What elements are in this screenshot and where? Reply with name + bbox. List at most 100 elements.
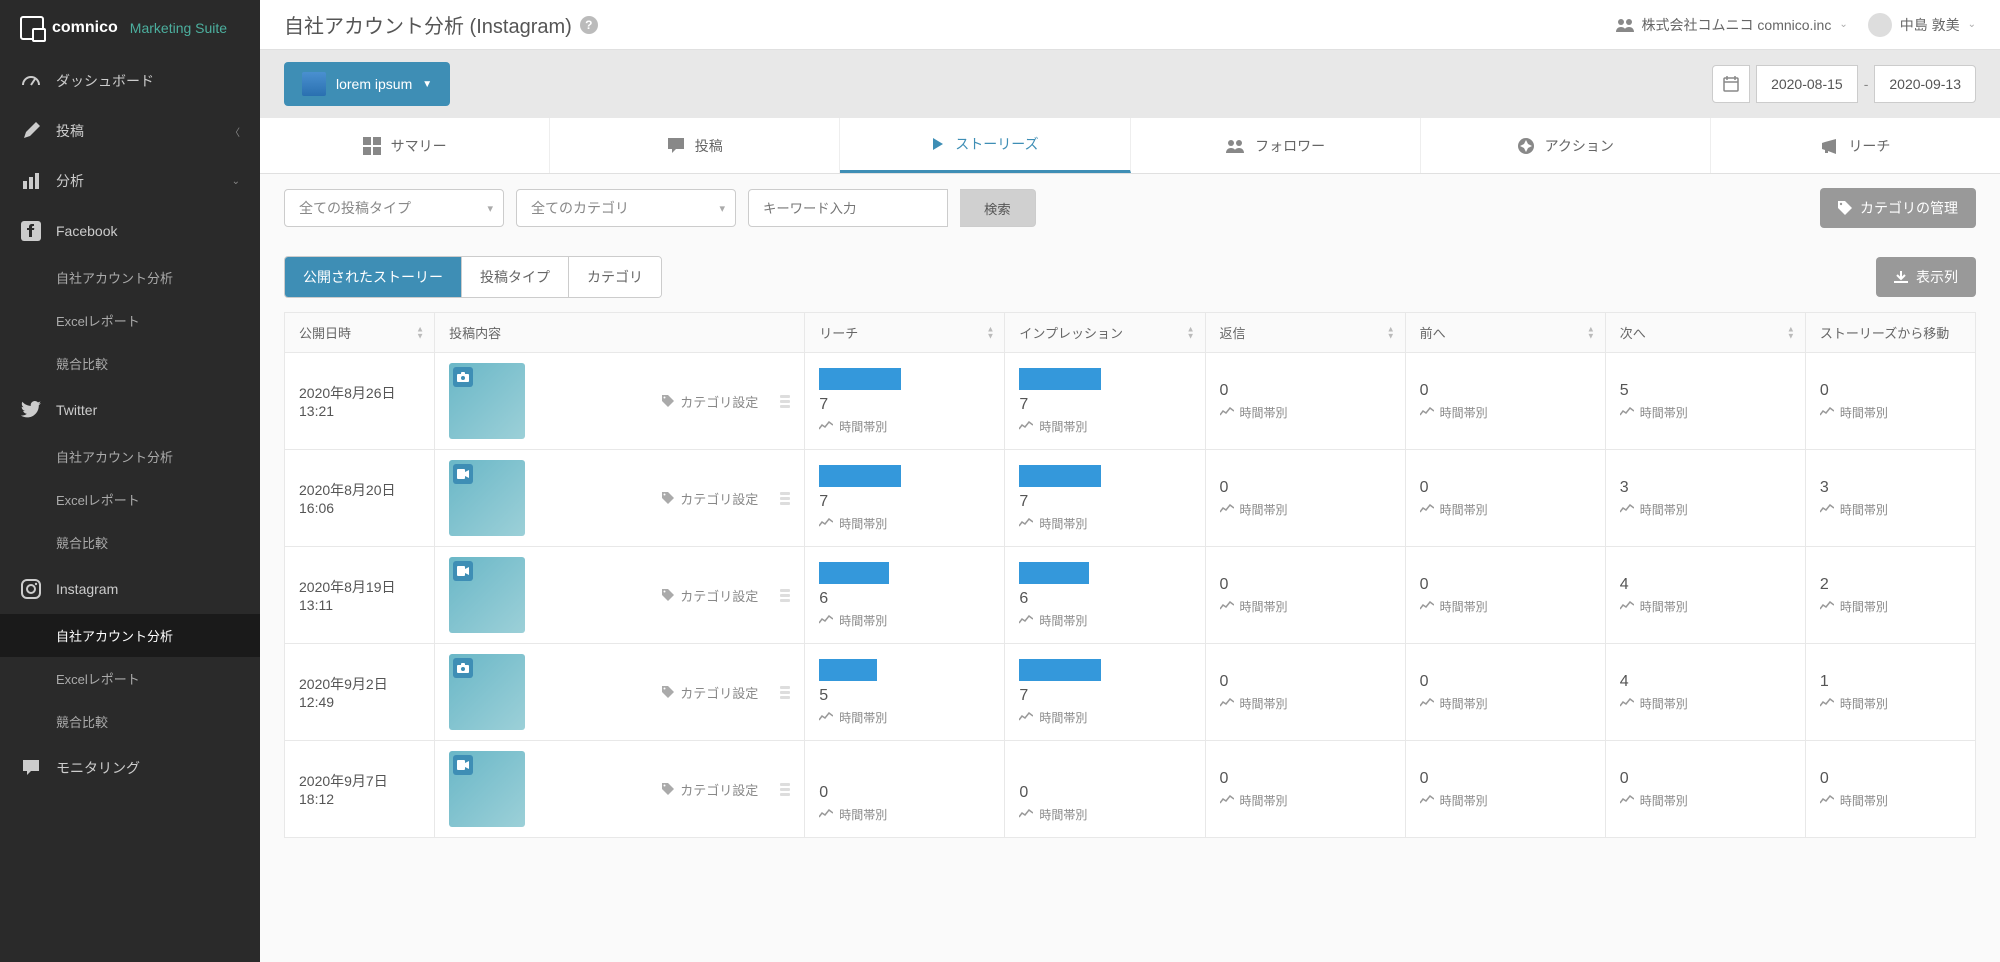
nav-ig-excel[interactable]: Excelレポート [0,657,260,700]
nav-facebook[interactable]: Facebook [0,206,260,256]
logo[interactable]: comnico Marketing Suite [0,0,260,56]
time-link[interactable]: 時間帯別 [1820,501,1961,518]
nav-twitter-label: Twitter [56,402,97,418]
nav-tw-excel[interactable]: Excelレポート [0,478,260,521]
time-link[interactable]: 時間帯別 [1019,612,1190,629]
tab-followers[interactable]: フォロワー [1131,118,1421,173]
th-date[interactable]: 公開日時▲▼ [285,313,435,353]
time-link[interactable]: 時間帯別 [819,612,990,629]
stories-table: 公開日時▲▼ 投稿内容 リーチ▲▼ インプレッション▲▼ 返信▲▼ 前へ▲▼ 次… [284,312,1976,838]
nav-monitoring[interactable]: モニタリング [0,743,260,793]
org-selector[interactable]: 株式会社コムニコ comnico.inc ⌄ [1616,15,1848,35]
drag-handle[interactable] [780,589,790,602]
account-dropdown[interactable]: lorem ipsum ▼ [284,62,450,106]
columns-button[interactable]: 表示列 [1876,257,1976,297]
time-link[interactable]: 時間帯別 [819,418,990,435]
th-next[interactable]: 次へ▲▼ [1605,313,1805,353]
time-link[interactable]: 時間帯別 [1220,598,1391,615]
nav-ig-compare[interactable]: 競合比較 [0,700,260,743]
manage-category-button[interactable]: カテゴリの管理 [1820,188,1976,228]
metric-value: 3 [1620,479,1791,497]
chip-post-type[interactable]: 投稿タイプ [462,257,569,297]
search-button[interactable]: 検索 [960,189,1036,227]
time-link[interactable]: 時間帯別 [1820,792,1961,809]
filter-post-type[interactable]: 全ての投稿タイプ [284,189,504,227]
tab-reach-label: リーチ [1848,136,1890,156]
story-thumb[interactable] [449,460,525,536]
time-link[interactable]: 時間帯別 [819,806,990,823]
th-reach[interactable]: リーチ▲▼ [805,313,1005,353]
tab-summary[interactable]: サマリー [260,118,550,173]
nav-twitter[interactable]: Twitter [0,385,260,435]
time-link[interactable]: 時間帯別 [819,709,990,726]
chip-category[interactable]: カテゴリ [569,257,661,297]
th-replies[interactable]: 返信▲▼ [1205,313,1405,353]
nav-tw-own[interactable]: 自社アカウント分析 [0,435,260,478]
nav-tw-compare[interactable]: 競合比較 [0,521,260,564]
cell-reach: 5 時間帯別 [805,644,1005,741]
time-link[interactable]: 時間帯別 [1420,792,1591,809]
time-link[interactable]: 時間帯別 [1019,418,1190,435]
time-link[interactable]: 時間帯別 [1620,598,1791,615]
time-link[interactable]: 時間帯別 [1820,695,1961,712]
avatar [1868,13,1892,37]
nav-fb-own[interactable]: 自社アカウント分析 [0,256,260,299]
time-link[interactable]: 時間帯別 [1820,598,1961,615]
metric-value: 4 [1620,576,1791,594]
time-link[interactable]: 時間帯別 [1620,695,1791,712]
nav-fb-excel[interactable]: Excelレポート [0,299,260,342]
th-back[interactable]: 前へ▲▼ [1405,313,1605,353]
story-thumb[interactable] [449,654,525,730]
user-selector[interactable]: 中島 敦美 ⌄ [1868,13,1976,37]
search-input[interactable] [748,189,948,227]
time-link[interactable]: 時間帯別 [1420,695,1591,712]
tab-actions[interactable]: アクション [1421,118,1711,173]
time-link[interactable]: 時間帯別 [819,515,990,532]
time-link[interactable]: 時間帯別 [1019,709,1190,726]
nav-analysis[interactable]: 分析 ⌄ [0,156,260,206]
tab-reach[interactable]: リーチ [1711,118,2000,173]
time-link[interactable]: 時間帯別 [1220,695,1391,712]
date-start[interactable]: 2020-08-15 [1756,65,1858,103]
time-link[interactable]: 時間帯別 [1220,404,1391,421]
drag-handle[interactable] [780,686,790,699]
table-row: 2020年9月2日 12:49 カテゴリ設定 5 時間帯別 7 時間帯別 0 時… [285,644,1976,741]
time-link[interactable]: 時間帯別 [1620,501,1791,518]
nav-dashboard[interactable]: ダッシュボード [0,56,260,106]
tab-stories[interactable]: ストーリーズ [840,118,1130,173]
story-thumb[interactable] [449,363,525,439]
chip-published[interactable]: 公開されたストーリー [285,257,462,297]
date-end[interactable]: 2020-09-13 [1874,65,1976,103]
drag-handle[interactable] [780,492,790,505]
nav-fb-compare[interactable]: 競合比較 [0,342,260,385]
category-set[interactable]: カテゴリ設定 [662,780,758,799]
time-link[interactable]: 時間帯別 [1019,806,1190,823]
cell-date: 2020年9月2日 12:49 [285,644,435,741]
help-icon[interactable]: ? [580,16,598,34]
category-set[interactable]: カテゴリ設定 [662,392,758,411]
time-link[interactable]: 時間帯別 [1620,792,1791,809]
drag-handle[interactable] [780,783,790,796]
tab-posts[interactable]: 投稿 [550,118,840,173]
time-link[interactable]: 時間帯別 [1820,404,1961,421]
nav-instagram[interactable]: Instagram [0,564,260,614]
time-link[interactable]: 時間帯別 [1019,515,1190,532]
filter-category[interactable]: 全てのカテゴリ [516,189,736,227]
time-link[interactable]: 時間帯別 [1420,501,1591,518]
time-link[interactable]: 時間帯別 [1220,501,1391,518]
drag-handle[interactable] [780,395,790,408]
time-link[interactable]: 時間帯別 [1420,404,1591,421]
category-set[interactable]: カテゴリ設定 [662,683,758,702]
category-set[interactable]: カテゴリ設定 [662,489,758,508]
time-link[interactable]: 時間帯別 [1620,404,1791,421]
story-thumb[interactable] [449,751,525,827]
nav-post[interactable]: 投稿 〈 [0,106,260,156]
metric-value: 0 [1420,479,1591,497]
calendar-button[interactable] [1712,65,1750,103]
nav-ig-own[interactable]: 自社アカウント分析 [0,614,260,657]
time-link[interactable]: 時間帯別 [1220,792,1391,809]
th-impressions[interactable]: インプレッション▲▼ [1005,313,1205,353]
story-thumb[interactable] [449,557,525,633]
time-link[interactable]: 時間帯別 [1420,598,1591,615]
category-set[interactable]: カテゴリ設定 [662,586,758,605]
